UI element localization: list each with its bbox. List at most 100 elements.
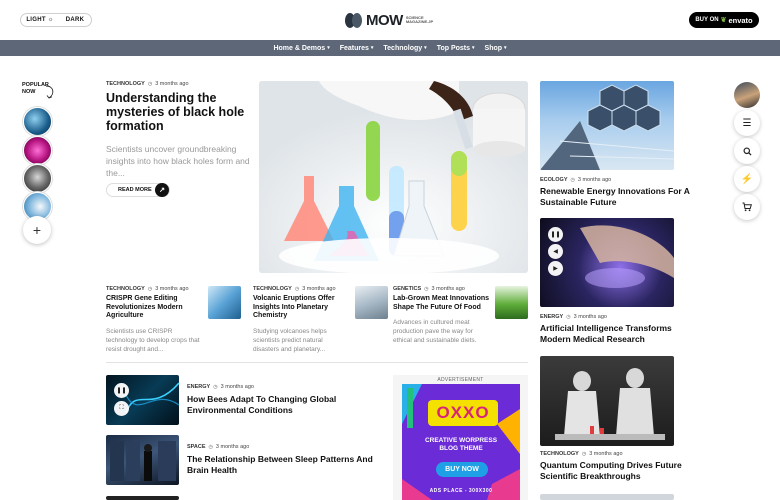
nav-label: Features <box>339 44 369 52</box>
post-time: 3 months ago <box>302 286 336 292</box>
user-avatar[interactable] <box>734 82 760 108</box>
ad-tagline-line1: CREATIVE WORPRESS <box>424 437 498 444</box>
color-mode-toggle[interactable]: LIGHT ☼ DARK <box>20 13 92 27</box>
right-article-1: ECOLOGY ◷ 3 months ago Renewable Energy In… <box>540 177 690 207</box>
list-article-2-thumb[interactable] <box>106 435 179 485</box>
solar-mirror-illustration <box>540 84 674 170</box>
article-meta: ENERGY ◷ 3 months ago <box>540 314 690 320</box>
trending-button[interactable]: ⚡ <box>734 166 760 192</box>
article-title[interactable]: Quantum Computing Drives Future Scientif… <box>540 460 690 481</box>
pause-button[interactable]: ❚❚ <box>548 227 563 242</box>
ad-banner[interactable]: OXXO CREATIVE WORPRESS BLOG THEME BUY NO… <box>402 384 520 500</box>
category-label[interactable]: SPACE <box>187 444 206 450</box>
post-time: 3 months ago <box>220 384 254 390</box>
envato-leaf-icon: ❦ <box>720 17 727 24</box>
post-time: 3 months ago <box>155 286 189 292</box>
server-room-illustration <box>110 441 176 481</box>
list-article-1-thumb[interactable]: ❚❚ ⛶ <box>106 375 179 425</box>
category-label[interactable]: ENERGY <box>540 314 563 320</box>
article-title[interactable]: The Relationship Between Sleep Patterns … <box>187 454 377 475</box>
add-popular-button[interactable]: + <box>23 216 51 244</box>
buy-on-envato-button[interactable]: BUY ON ❦ envato <box>689 12 759 28</box>
chevron-down-icon: ▾ <box>327 45 330 51</box>
category-label[interactable]: TECHNOLOGY <box>253 286 292 292</box>
lab-scientists-illustration <box>555 368 665 440</box>
article-title[interactable]: Artificial Intelligence Transforms Moder… <box>540 323 690 344</box>
read-more-button[interactable]: READ MORE ↗ <box>106 183 170 197</box>
article-excerpt: Advances in cultured meat production pav… <box>393 319 477 344</box>
chevron-down-icon: ▾ <box>424 45 427 51</box>
article-excerpt: Scientists use CRISPR technology to deve… <box>106 327 200 353</box>
article-excerpt: Studying volcanoes helps scientists pred… <box>253 327 327 353</box>
list-article-3-thumb[interactable] <box>106 496 179 500</box>
popular-thumb-1[interactable] <box>23 107 52 136</box>
nav-technology[interactable]: Technology ▾ <box>383 45 426 52</box>
ad-tagline-line2: BLOG THEME <box>439 445 483 452</box>
right-article-2: ENERGY ◷ 3 months ago Artificial Intellige… <box>540 314 690 344</box>
post-time: 3 months ago <box>431 286 465 292</box>
right-article-3-image[interactable] <box>540 356 674 446</box>
small-article-2-thumb[interactable] <box>355 286 388 319</box>
article-meta: ENERGY ◷ 3 months ago <box>187 384 377 390</box>
nav-shop[interactable]: Shop ▾ <box>485 45 507 52</box>
article-title[interactable]: Volcanic Eruptions Offer Insights Into P… <box>253 295 343 321</box>
category-label[interactable]: TECHNOLOGY <box>106 286 145 292</box>
ad-label: ADVERTISEMENT <box>437 377 484 383</box>
main-nav: Home & Demos ▾ Features ▾ Technology ▾ Top … <box>0 40 780 56</box>
pause-button[interactable]: ❚❚ <box>114 383 129 398</box>
chevron-down-icon: ▾ <box>504 45 507 51</box>
popular-thumb-2[interactable] <box>23 136 52 165</box>
category-label[interactable]: TECHNOLOGY <box>106 81 145 87</box>
category-label[interactable]: TECHNOLOGY <box>540 451 579 457</box>
nav-home-demos[interactable]: Home & Demos ▾ <box>273 45 329 52</box>
list-article-1: ENERGY ◷ 3 months ago How Bees Adapt To Ch… <box>187 384 377 415</box>
popular-thumb-3[interactable] <box>23 164 52 193</box>
dna-helix-illustration <box>125 382 179 414</box>
dark-mode-button[interactable]: DARK <box>59 14 91 26</box>
ad-place-label: ADS PLACE - 300X300 <box>429 488 493 494</box>
article-meta: SPACE ◷ 3 months ago <box>187 444 377 450</box>
small-article-3-thumb[interactable] <box>495 286 528 319</box>
ad-buy-now-button[interactable]: BUY NOW <box>436 462 488 477</box>
shopping-cart-icon <box>742 202 752 212</box>
category-label[interactable]: ENERGY <box>187 384 210 390</box>
right-article-1-image[interactable] <box>540 81 674 170</box>
curved-arrow-icon <box>45 85 54 99</box>
nav-label: Technology <box>383 44 423 52</box>
right-article-3: TECHNOLOGY ◷ 3 months ago Quantum Computin… <box>540 451 690 481</box>
chevron-down-icon: ▾ <box>472 45 475 51</box>
list-article-2: SPACE ◷ 3 months ago The Relationship Betw… <box>187 444 377 475</box>
volume-icon: ◀ <box>553 249 558 255</box>
article-title[interactable]: Lab-Grown Meat Innovations Shape The Fut… <box>393 295 491 312</box>
category-label[interactable]: ECOLOGY <box>540 177 568 183</box>
nav-features[interactable]: Features ▾ <box>340 45 374 52</box>
hamburger-menu-icon: ☰ <box>742 117 752 129</box>
small-article-1-thumb[interactable] <box>208 286 241 319</box>
search-icon <box>742 146 752 156</box>
light-mode-label: LIGHT <box>26 17 46 23</box>
menu-button[interactable]: ☰ <box>734 110 760 136</box>
cart-button[interactable] <box>734 194 760 220</box>
light-mode-button[interactable]: LIGHT ☼ <box>21 14 59 26</box>
article-title[interactable]: How Bees Adapt To Changing Global Enviro… <box>187 394 377 415</box>
lab-flasks-illustration <box>259 81 528 273</box>
read-more-label: READ MORE <box>118 187 152 193</box>
logo-subtitle: SCIENCE MAGAZINE.JP <box>405 14 434 24</box>
right-article-2-image[interactable]: ❚❚ ◀ ▶ <box>540 218 674 307</box>
category-label[interactable]: GENETICS <box>393 286 421 292</box>
right-article-4-image[interactable] <box>540 494 674 500</box>
article-title[interactable]: Renewable Energy Innovations For A Susta… <box>540 186 690 207</box>
lightning-icon: ⚡ <box>740 173 754 185</box>
youtube-button[interactable]: ▶ <box>548 261 563 276</box>
volume-button[interactable]: ◀ <box>548 244 563 259</box>
nav-top-posts[interactable]: Top Posts ▾ <box>437 45 475 52</box>
advertisement-block: ADVERTISEMENT OXXO CREATIVE WORPRESS BLO… <box>393 375 528 500</box>
nav-label: Top Posts <box>436 44 471 52</box>
hero-title[interactable]: Understanding the mysteries of black hol… <box>106 91 252 133</box>
article-title[interactable]: CRISPR Gene Editing Revolutionizes Moder… <box>106 295 202 321</box>
site-logo[interactable]: MOW SCIENCE MAGAZINE.JP <box>345 11 438 29</box>
hero-image[interactable] <box>259 81 528 273</box>
fullscreen-button[interactable]: ⛶ <box>114 401 129 416</box>
ad-tagline: CREATIVE WORPRESS BLOG THEME <box>402 437 520 453</box>
search-button[interactable] <box>734 138 760 164</box>
